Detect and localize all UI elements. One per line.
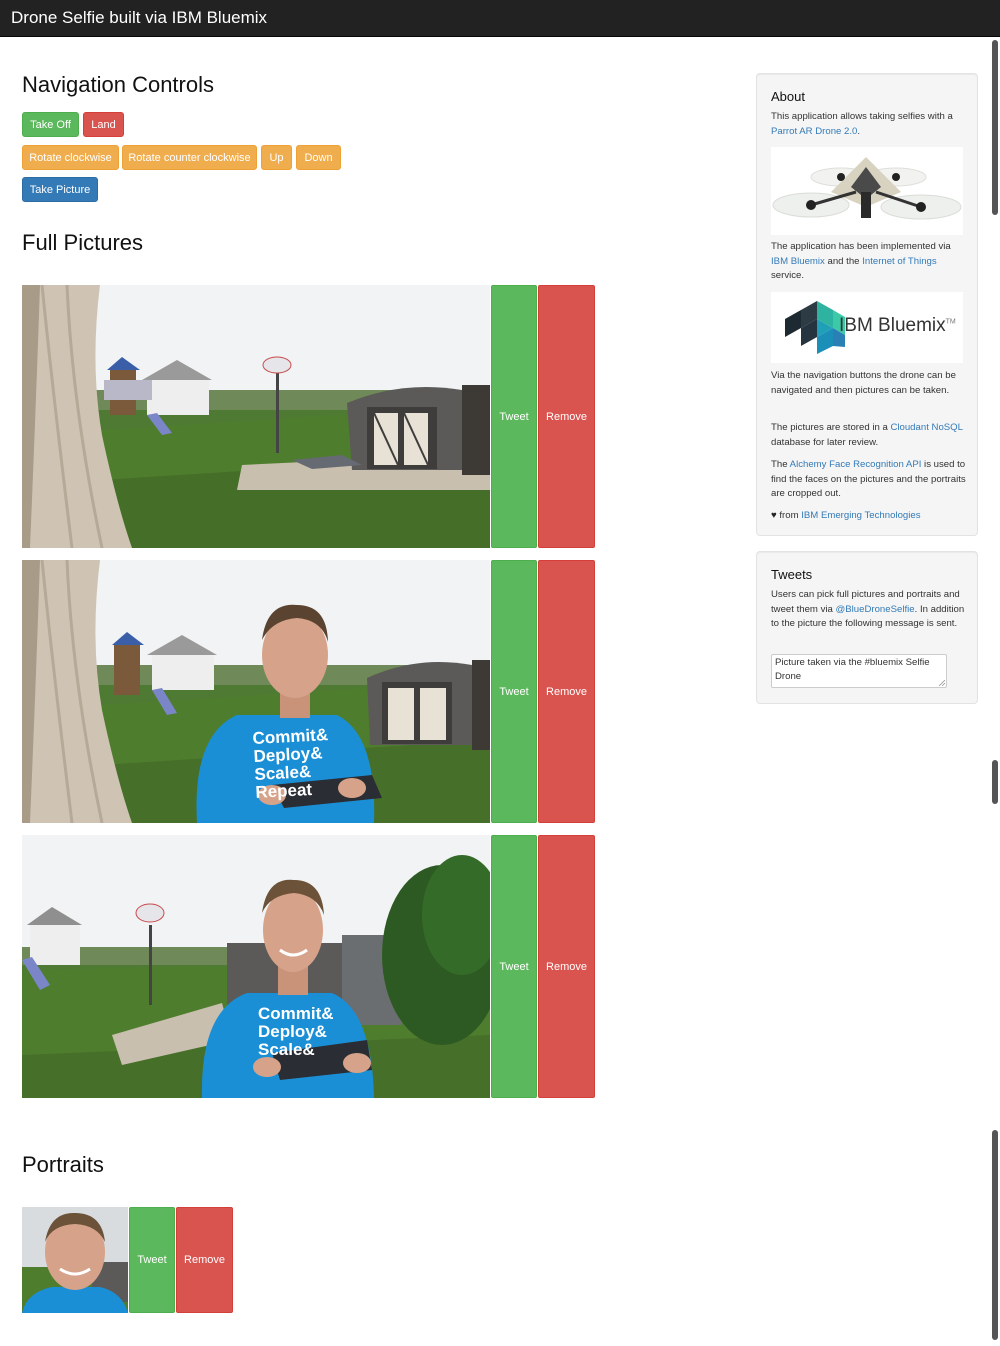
remove-button[interactable]: Remove	[538, 560, 595, 823]
resize-grip-icon[interactable]	[939, 680, 945, 686]
tweets-panel: Tweets Users can pick full pictures and …	[756, 551, 978, 704]
shirt-text: Commit& Deploy& Scale&	[258, 1004, 334, 1059]
top-navbar: Drone Selfie built via IBM Bluemix	[0, 0, 1000, 37]
remove-button[interactable]: Remove	[538, 835, 595, 1098]
full-pictures-title: Full Pictures	[22, 230, 144, 255]
full-picture-3: Commit& Deploy& Scale&	[22, 835, 490, 1098]
about-panel: About This application allows taking sel…	[756, 73, 978, 536]
navigation-controls-title: Navigation Controls	[22, 72, 214, 97]
emerging-technologies-link[interactable]: IBM Emerging Technologies	[801, 510, 920, 521]
about-navigation-text: Via the navigation buttons the drone can…	[771, 370, 956, 396]
tweet-message-textarea[interactable]: Picture taken via the #bluemix Selfie Dr…	[771, 654, 947, 688]
take-picture-button[interactable]: Take Picture	[22, 177, 98, 202]
land-button[interactable]: Land	[83, 112, 124, 137]
portrait-picture-1	[22, 1207, 128, 1313]
up-button[interactable]: Up	[261, 145, 292, 170]
rotate-counter-clockwise-button[interactable]: Rotate counter clockwise	[122, 145, 257, 170]
take-off-button[interactable]: Take Off	[22, 112, 79, 137]
cloudant-link[interactable]: Cloudant NoSQL	[890, 422, 962, 433]
ibm-bluemix-wordmark: IBM BluemixTM	[839, 315, 956, 336]
remove-button[interactable]: Remove	[176, 1207, 233, 1313]
tweets-title: Tweets	[771, 567, 813, 582]
tweet-button[interactable]: Tweet	[491, 835, 537, 1098]
alchemy-api-link[interactable]: Alchemy Face Recognition API	[790, 459, 922, 470]
parrot-drone-link[interactable]: Parrot AR Drone 2.0	[771, 126, 857, 137]
tweet-button[interactable]: Tweet	[491, 560, 537, 823]
full-picture-2: Commit& Deploy& Scale& Repeat	[22, 560, 490, 823]
rotate-clockwise-button[interactable]: Rotate clockwise	[22, 145, 119, 170]
app-title[interactable]: Drone Selfie built via IBM Bluemix	[11, 8, 267, 28]
tweet-button[interactable]: Tweet	[491, 285, 537, 548]
remove-button[interactable]: Remove	[538, 285, 595, 548]
tweets-description: Users can pick full pictures and portrai…	[771, 589, 965, 630]
about-face-recognition-text: The Alchemy Face Recognition API is used…	[771, 459, 966, 500]
about-storage-text: The pictures are stored in a Cloudant No…	[771, 422, 963, 448]
shirt-text: Commit& Deploy& Scale& Repeat	[252, 725, 329, 802]
scrollbar-thumb-tertiary[interactable]	[992, 1130, 998, 1340]
internet-of-things-link[interactable]: Internet of Things	[862, 256, 937, 267]
down-button[interactable]: Down	[296, 145, 341, 170]
ibm-bluemix-logo: IBM BluemixTM	[771, 292, 963, 363]
about-intro: This application allows taking selfies w…	[771, 111, 953, 137]
full-picture-1	[22, 285, 490, 548]
scrollbar-thumb[interactable]	[992, 40, 998, 215]
tweet-button[interactable]: Tweet	[129, 1207, 175, 1313]
about-credits: ♥ from IBM Emerging Technologies	[771, 510, 921, 521]
twitter-handle-link[interactable]: @BlueDroneSelfie	[836, 604, 915, 615]
about-implementation: The application has been implemented via…	[771, 241, 951, 282]
drone-image	[771, 147, 963, 235]
portraits-title: Portraits	[22, 1152, 104, 1177]
ibm-bluemix-link[interactable]: IBM Bluemix	[771, 256, 825, 267]
scrollbar-thumb-secondary[interactable]	[992, 760, 998, 804]
about-title: About	[771, 89, 805, 104]
